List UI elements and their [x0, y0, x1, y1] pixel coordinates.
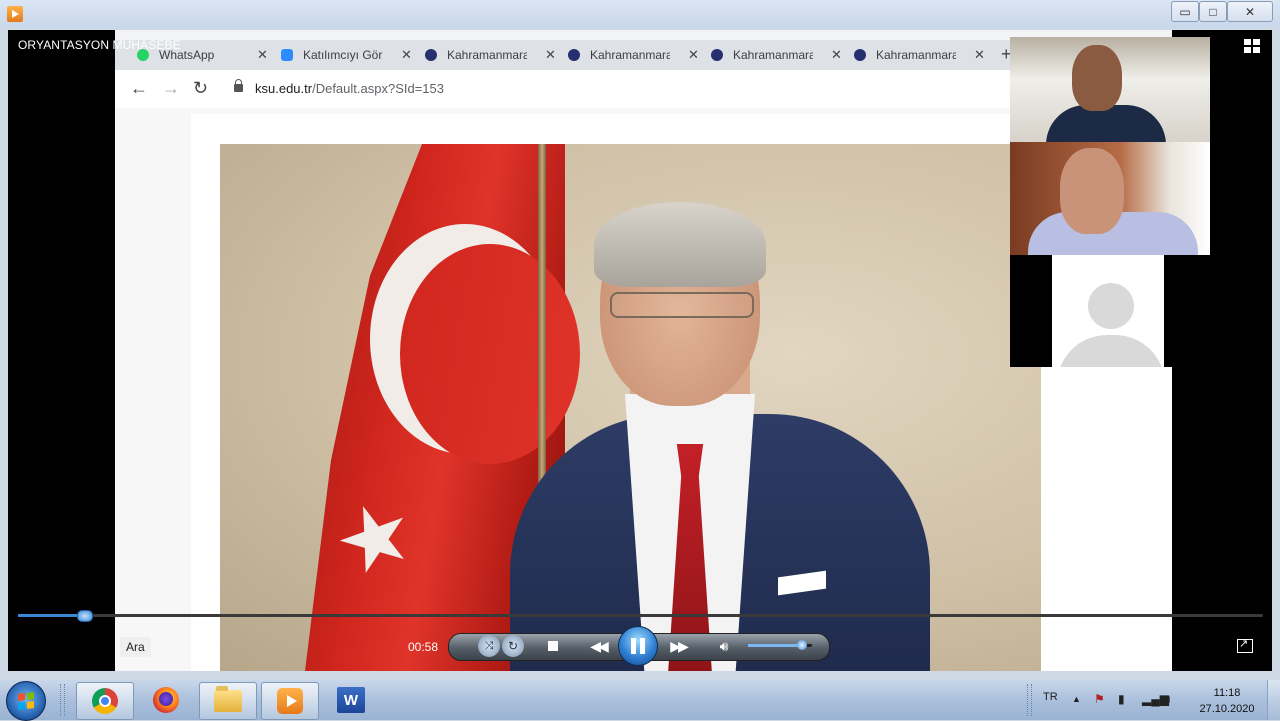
tab-label: Kahramanmara: [447, 48, 527, 62]
flag-crescent-cut: [400, 244, 580, 464]
tray-grip: [1027, 684, 1032, 716]
current-time: 00:58: [408, 640, 439, 654]
participant-video-3[interactable]: [1010, 255, 1210, 367]
ksu-logo-icon: [425, 49, 437, 61]
volume-tray-icon[interactable]: 🔈︎: [1166, 692, 1173, 707]
media-player-icon: [277, 688, 303, 714]
avatar-placeholder: [1052, 255, 1164, 367]
forward-arrow-icon[interactable]: →: [162, 78, 180, 98]
ksu-logo-icon: [568, 49, 580, 61]
minimize-button[interactable]: ▭: [1171, 1, 1199, 22]
firefox-icon: [153, 687, 179, 713]
taskbar-grip: [60, 684, 65, 716]
maximize-button[interactable]: □: [1199, 1, 1227, 22]
browser-tab-ksu-4[interactable]: Kahramanmara ✕: [854, 40, 985, 70]
browser-tab-ksu-3[interactable]: Kahramanmara ✕: [711, 40, 842, 70]
participant-video-2[interactable]: [1010, 142, 1210, 255]
url-host: ksu.edu.tr: [255, 81, 313, 96]
lock-icon: [234, 79, 243, 92]
speaker-glasses: [610, 292, 754, 318]
windows-logo-icon: [18, 692, 34, 710]
reload-icon[interactable]: ↻: [193, 78, 208, 98]
start-button[interactable]: [6, 681, 46, 721]
speaker-hair: [594, 202, 766, 287]
avatar-head: [1088, 283, 1134, 329]
show-desktop-button[interactable]: [1267, 680, 1280, 720]
participant-head: [1060, 148, 1124, 234]
ksu-logo-icon: [854, 49, 866, 61]
view-toggle-icon[interactable]: [1244, 39, 1260, 53]
volume-level: [748, 644, 803, 647]
tab-label: Katılımcıyı Görü: [303, 48, 383, 62]
mute-button[interactable]: 🔊︎: [714, 636, 734, 656]
word-icon: W: [337, 687, 365, 713]
search-label[interactable]: Ara: [120, 637, 151, 657]
fast-forward-icon: ▶▶: [670, 637, 688, 654]
shuffle-button[interactable]: ⤨: [478, 635, 500, 657]
repeat-button[interactable]: ↻: [502, 635, 524, 657]
seek-progress: [18, 614, 84, 617]
clock-date: 27.10.2020: [1199, 703, 1255, 715]
close-icon[interactable]: ✕: [401, 47, 412, 63]
network-icon[interactable]: ▂▄▆: [1142, 692, 1169, 706]
taskbar-app-media-player[interactable]: [261, 682, 319, 720]
window-titlebar: ▭ □ ✕: [0, 0, 1280, 28]
close-button[interactable]: ✕: [1227, 1, 1273, 22]
browser-tab-zoom[interactable]: Katılımcıyı Görü ✕: [281, 40, 412, 70]
participant-body: [1046, 105, 1166, 142]
show-hidden-icons-icon[interactable]: ▲: [1072, 694, 1081, 704]
taskbar-app-explorer[interactable]: [199, 682, 257, 720]
close-icon[interactable]: ✕: [974, 47, 985, 63]
clock-time: 11:18: [1213, 687, 1241, 699]
tab-label: Kahramanmara: [876, 48, 956, 62]
close-icon[interactable]: ✕: [257, 47, 268, 63]
media-player-icon: [7, 6, 23, 22]
taskbar: W TR ▲ ⚑ ▮ ▂▄▆ 🔈︎ 11:18 27.10.2020: [0, 680, 1280, 721]
taskbar-app-chrome[interactable]: [76, 682, 134, 720]
folder-icon: [214, 686, 242, 712]
rewind-icon: ◀◀: [590, 637, 608, 654]
zoom-icon: [281, 49, 293, 61]
seek-thumb[interactable]: [76, 610, 93, 622]
repeat-icon: ↻: [507, 639, 519, 653]
taskbar-app-word[interactable]: W: [323, 682, 379, 718]
taskbar-app-firefox[interactable]: [138, 682, 194, 718]
switch-to-library-icon[interactable]: [1237, 637, 1253, 653]
ksu-logo-icon: [711, 49, 723, 61]
participant-head: [1072, 45, 1122, 111]
clock[interactable]: 11:18 27.10.2020: [1194, 685, 1260, 717]
chrome-icon: [92, 688, 118, 714]
close-icon[interactable]: ✕: [545, 47, 556, 63]
address-bar-url[interactable]: ksu.edu.tr/Default.aspx?SId=153: [255, 81, 444, 96]
seek-bar[interactable]: [18, 610, 1263, 622]
close-icon[interactable]: ✕: [831, 47, 842, 63]
shuffle-icon: ⤨: [484, 639, 494, 652]
pause-button[interactable]: [618, 626, 658, 666]
tab-label: Kahramanmara: [590, 48, 670, 62]
volume-slider[interactable]: [748, 640, 812, 650]
speaker-icon: 🔊︎: [719, 637, 729, 654]
url-path: /Default.aspx?SId=153: [312, 81, 444, 96]
back-arrow-icon[interactable]: ←: [130, 78, 148, 98]
video-frame-speaker: [220, 144, 1041, 671]
tab-label: Kahramanmara: [733, 48, 813, 62]
media-title: ORYANTASYON MUHASEBE: [18, 38, 181, 52]
media-player: WhatsApp ✕ Katılımcıyı Görü ✕ Kahramanma…: [8, 30, 1272, 671]
action-center-icon[interactable]: ⚑: [1094, 692, 1105, 706]
browser-tab-ksu-2[interactable]: Kahramanmara ✕: [568, 40, 699, 70]
participant-video-1[interactable]: [1010, 37, 1210, 142]
language-indicator[interactable]: TR: [1043, 691, 1058, 703]
stop-button[interactable]: [544, 637, 562, 655]
power-icon[interactable]: ▮: [1118, 692, 1125, 706]
next-button[interactable]: ▶▶: [666, 636, 690, 656]
participant-thumbnails: [1010, 37, 1210, 367]
previous-button[interactable]: ◀◀: [586, 636, 610, 656]
avatar-body: [1057, 335, 1164, 367]
close-icon[interactable]: ✕: [688, 47, 699, 63]
browser-tab-ksu-1[interactable]: Kahramanmara ✕: [425, 40, 556, 70]
